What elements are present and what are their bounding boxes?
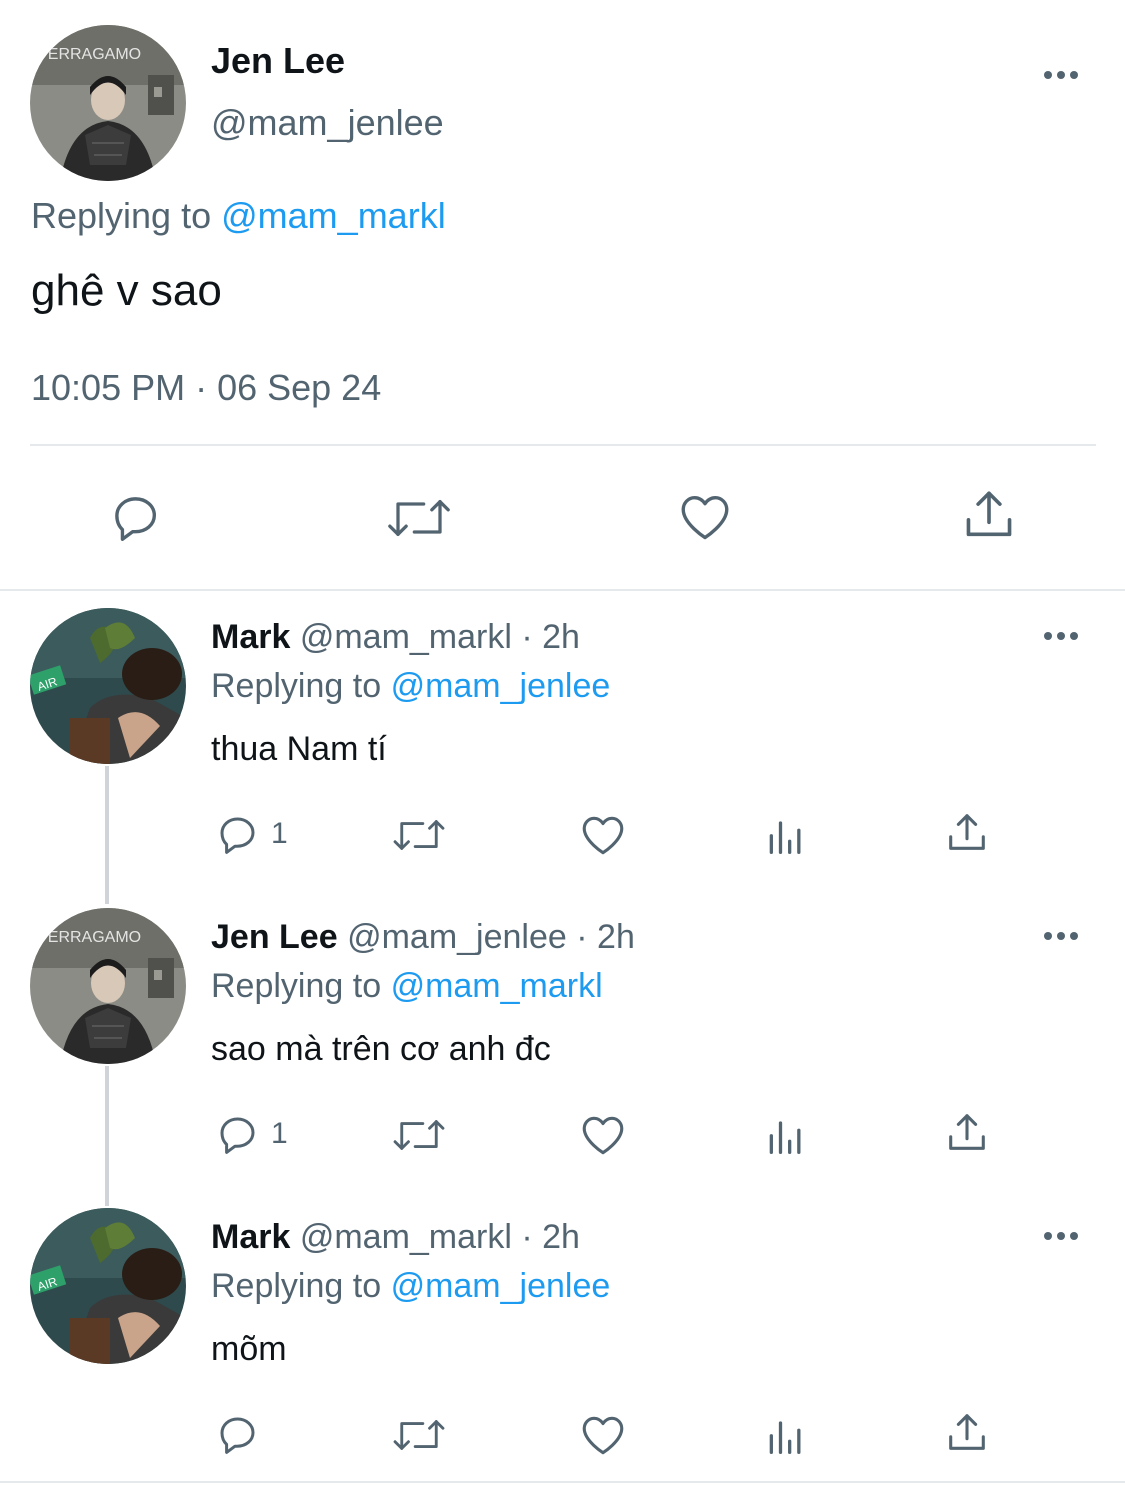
retweet-icon [388,500,450,536]
like-button[interactable] [578,810,628,860]
retweet-icon [393,1420,445,1450]
more-options-icon[interactable] [1044,1232,1078,1240]
main-author-name[interactable]: Jen Lee [211,40,345,82]
share-button[interactable] [944,810,990,856]
thread-connector [105,1066,109,1206]
author-handle[interactable]: @mam_markl [300,1218,512,1256]
author-handle[interactable]: @mam_jenlee [347,918,567,956]
reply-icon [220,1117,255,1154]
like-icon [582,1416,624,1455]
reply-header: Jen Lee @mam_jenlee · 2h [211,918,635,957]
retweet-icon [393,820,445,850]
author-name[interactable]: Mark [211,1218,290,1256]
avatar-logo-text: FERRAGAMO [38,46,141,63]
reply-icon [220,817,255,854]
avatar-photo: FERRAGAMO [30,25,186,181]
replying-to-line: Replying to @mam_jenlee [211,1267,610,1306]
reply-text: thua Nam tí [211,730,387,768]
retweet-button[interactable] [389,1112,449,1158]
replying-to-line: Replying to @mam_markl [211,967,603,1006]
reply-text: mõm [211,1330,287,1368]
reply-text: sao mà trên cơ anh đc [211,1030,551,1068]
author-name[interactable]: Jen Lee [211,918,338,956]
analytics-icon [769,1421,801,1454]
replying-to-link[interactable]: @mam_jenlee [391,667,611,705]
reply-icon [220,1417,255,1454]
like-icon [582,1116,624,1155]
replying-to-line: Replying to @mam_jenlee [211,667,610,706]
thread-connector [105,766,109,904]
avatar-photo: AIR [30,1208,186,1364]
avatar-logo-text: FERRAGAMO [38,929,141,946]
bottom-divider [0,1481,1125,1483]
replying-label: Replying to [211,667,382,705]
replying-to-link[interactable]: @mam_markl [221,195,446,236]
replying-label: Replying to [31,195,212,236]
reply-button[interactable]: 1 [213,1110,288,1158]
avatar-photo: AIR [30,608,186,764]
author-name[interactable]: Mark [211,618,290,656]
avatar-jen-lee[interactable]: FERRAGAMO [30,25,186,181]
tweet-text: ghê v sao [31,266,222,315]
section-divider [0,589,1125,591]
reply-button[interactable] [213,1410,271,1458]
reply-time: · 2h [576,918,635,956]
more-options-icon[interactable] [1044,932,1078,940]
main-author-handle[interactable]: @mam_jenlee [211,102,444,144]
more-options-icon[interactable] [1044,71,1078,79]
tweet-timestamp[interactable]: 10:05 PM · 06 Sep 24 [31,367,381,409]
reply-button[interactable] [106,488,164,546]
reply-header: Mark @mam_markl · 2h [211,1218,580,1257]
reply-time: · 2h [521,618,580,656]
share-icon [949,814,985,850]
analytics-button[interactable] [764,1112,808,1156]
share-icon [949,1414,985,1450]
like-button[interactable] [578,1410,628,1460]
replying-to-link[interactable]: @mam_jenlee [391,1267,611,1305]
like-icon [582,816,624,855]
like-icon [681,495,729,540]
retweet-button[interactable] [389,812,449,858]
analytics-icon [769,1121,801,1154]
analytics-icon [769,821,801,854]
like-button[interactable] [578,1110,628,1160]
share-icon [949,1114,985,1150]
avatar-jen-lee[interactable]: FERRAGAMO [30,908,186,1064]
reply-count: 1 [271,1117,288,1150]
avatar-mark[interactable]: AIR [30,608,186,764]
share-button[interactable] [944,1110,990,1156]
retweet-button[interactable] [389,1412,449,1458]
reply-icon [115,497,157,541]
avatar-mark[interactable]: AIR [30,1208,186,1364]
reply-header: Mark @mam_markl · 2h [211,618,580,657]
share-icon [966,491,1012,537]
replying-label: Replying to [211,1267,382,1305]
replying-label: Replying to [211,967,382,1005]
retweet-icon [393,1120,445,1150]
share-button[interactable] [944,1410,990,1456]
retweet-button[interactable] [384,490,454,546]
reply-button[interactable]: 1 [213,810,288,858]
replying-to-link[interactable]: @mam_markl [391,967,603,1005]
avatar-photo: FERRAGAMO [30,908,186,1064]
reply-count: 1 [271,817,288,850]
analytics-button[interactable] [764,812,808,856]
share-button[interactable] [960,486,1018,544]
more-options-icon[interactable] [1044,632,1078,640]
like-button[interactable] [676,488,734,546]
author-handle[interactable]: @mam_markl [300,618,512,656]
replying-to-line: Replying to @mam_markl [31,195,446,237]
divider [30,444,1096,446]
reply-time: · 2h [521,1218,580,1256]
analytics-button[interactable] [764,1412,808,1456]
